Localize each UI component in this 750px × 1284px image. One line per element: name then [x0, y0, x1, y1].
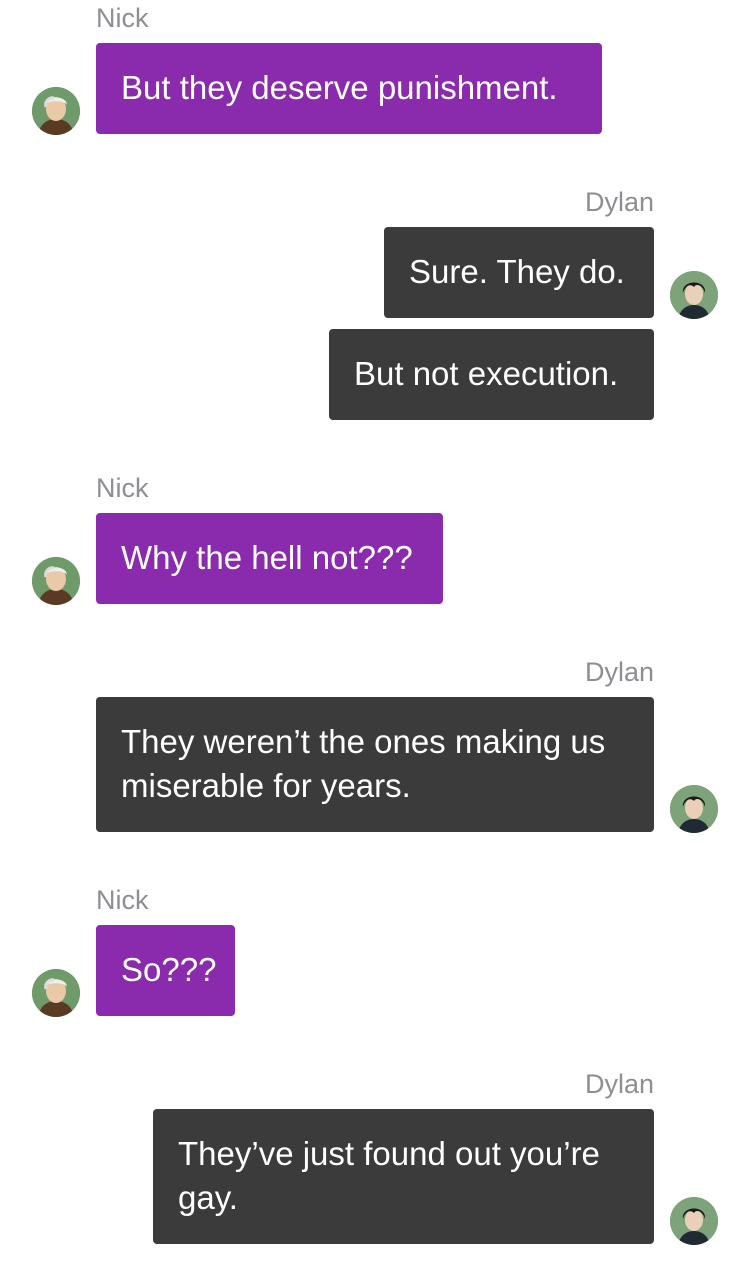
dylan-avatar-icon[interactable]: [670, 271, 718, 319]
sender-name-dylan: Dylan: [584, 1069, 654, 1099]
message-text: So???: [121, 951, 217, 988]
sender-name-dylan: Dylan: [584, 187, 654, 217]
message-text: But not execution.: [354, 355, 619, 392]
message-bubble-dylan[interactable]: They weren’t the ones making us miserabl…: [96, 697, 654, 832]
message-text: Sure. They do.: [409, 253, 625, 290]
dylan-avatar-icon[interactable]: [670, 785, 718, 833]
nick-avatar-icon[interactable]: [32, 87, 80, 135]
sender-name-dylan: Dylan: [584, 657, 654, 687]
nick-avatar-icon[interactable]: [32, 557, 80, 605]
message-bubble-nick[interactable]: So???: [96, 925, 235, 1016]
sender-name-nick: Nick: [96, 885, 149, 915]
message-bubble-dylan[interactable]: Sure. They do.: [384, 227, 654, 318]
dylan-avatar-icon[interactable]: [670, 1197, 718, 1245]
chat-thread: Nick But they deserve punishment. Dylan …: [0, 0, 750, 1284]
message-text: They’ve just found out you’re gay.: [178, 1135, 600, 1216]
sender-name-nick: Nick: [96, 473, 149, 503]
message-text: But they deserve punishment.: [121, 69, 558, 106]
message-text: Why the hell not???: [121, 539, 413, 576]
message-bubble-nick[interactable]: But they deserve punishment.: [96, 43, 602, 134]
message-bubble-nick[interactable]: Why the hell not???: [96, 513, 443, 604]
sender-name-nick: Nick: [96, 3, 149, 33]
message-text: They weren’t the ones making us miserabl…: [121, 723, 606, 804]
message-bubble-dylan[interactable]: They’ve just found out you’re gay.: [153, 1109, 654, 1244]
message-bubble-dylan[interactable]: But not execution.: [329, 329, 654, 420]
nick-avatar-icon[interactable]: [32, 969, 80, 1017]
